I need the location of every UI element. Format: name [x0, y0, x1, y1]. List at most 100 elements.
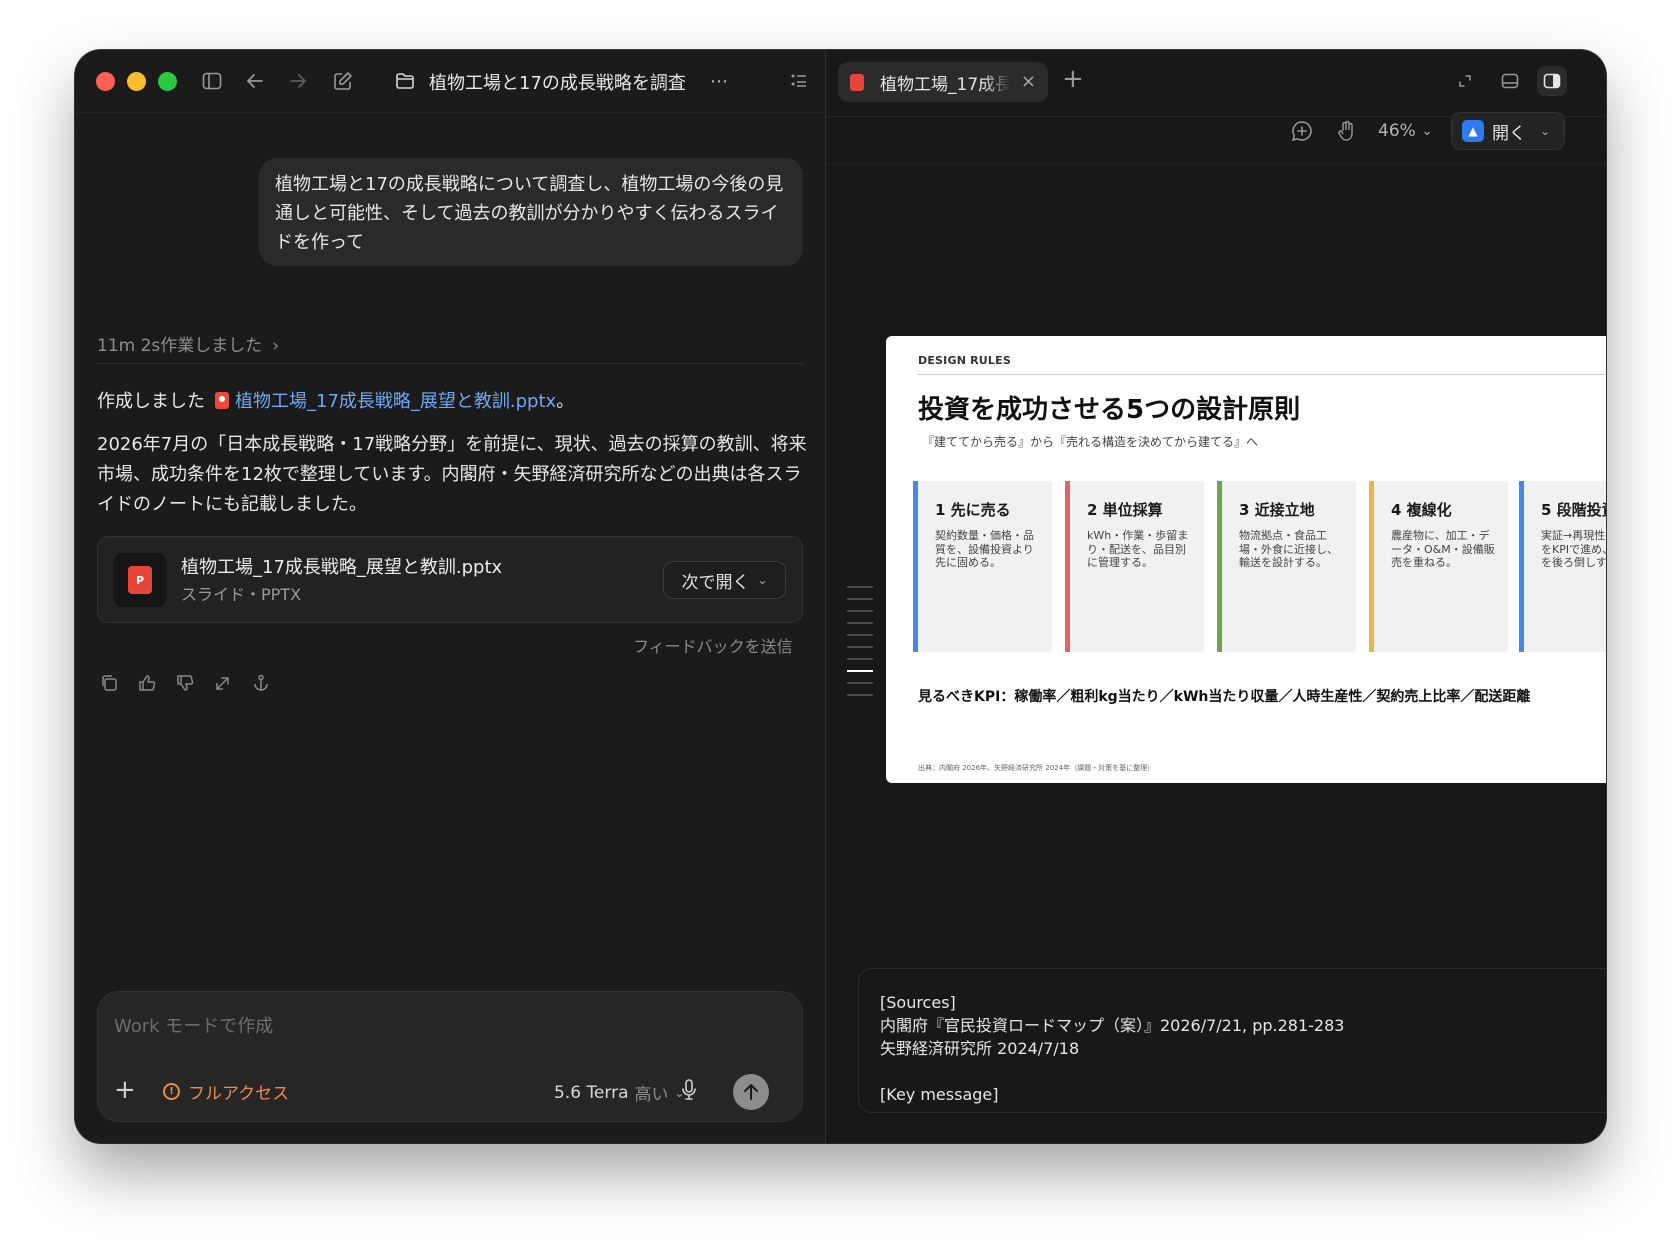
slide-preview: DESIGN RULES 投資を成功させる5つの設計原則 『建ててから売る』から…	[886, 336, 1606, 783]
sidebar-toggle-icon[interactable]	[199, 68, 225, 94]
file-attachment-card[interactable]: P 植物工場_17成長戦略_展望と教訓.pptx スライド・PPTX 次で開く …	[97, 536, 803, 623]
response-summary: 2026年7月の「日本成長戦略・17戦略分野」を前提に、現状、過去の採算の教訓、…	[97, 434, 807, 515]
zoom-selector[interactable]: 46% ⌄	[1378, 121, 1433, 141]
powerpoint-icon: P	[113, 553, 167, 607]
composer-input[interactable]: Work モードで作成	[114, 1012, 273, 1038]
message-actions	[97, 671, 273, 695]
card-body: 農産物に、加工・データ・O&M・設備販売を重ねる。	[1391, 529, 1495, 569]
toolbar-divider	[826, 164, 1606, 165]
open-with-dropdown[interactable]: 次で開く ⌄	[663, 561, 786, 599]
full-access-button[interactable]: ! フルアクセス	[163, 1079, 289, 1104]
preview-pane: 植物工場_17成長戦略_展望と教訓.pptx × + 46% ⌄ ▲ 開く ⌄	[826, 50, 1606, 1143]
open-in-app-button[interactable]: ▲ 開く ⌄	[1451, 112, 1565, 150]
keynote-icon: ▲	[1462, 120, 1484, 142]
slide-subtitle: 『建ててから売る』から『売れる構造を決めてから建てる』へ	[922, 435, 1259, 449]
user-message: 植物工場と17の成長戦略について調査し、植物工場の今後の見通しと可能性、そして過…	[259, 158, 803, 266]
card-title: 2 単位採算	[1087, 501, 1163, 519]
principle-card: 5 段階投資 実証→再現性→量産をKPIで進め、拡張を後ろ倒しする。	[1519, 481, 1606, 652]
notes-line: [Key message]	[880, 1085, 999, 1104]
anchor-icon[interactable]	[249, 671, 273, 695]
chat-pane: 植物工場と17の成長戦略を調査 ⋯ 植物工場と17の成長戦略について調査し、植物…	[75, 50, 825, 1143]
chevron-down-icon: ⌄	[1421, 123, 1433, 139]
created-prefix: 作成しました	[97, 391, 205, 412]
card-accent-bar	[913, 481, 918, 652]
open-label: 開く	[1492, 123, 1526, 144]
slide-tick[interactable]	[847, 634, 873, 636]
slide-tick[interactable]	[847, 658, 873, 660]
slide-tick[interactable]	[847, 646, 873, 648]
model-selector[interactable]: 5.6 Terra 高い ⌄	[554, 1080, 685, 1106]
add-comment-icon[interactable]	[1287, 116, 1317, 146]
header-divider	[75, 112, 825, 113]
bottom-panel-icon[interactable]	[1495, 66, 1525, 96]
card-body: 契約数量・価格・品質を、設備投資より先に固める。	[935, 529, 1034, 569]
chat-title[interactable]: 植物工場と17の成長戦略を調査	[429, 69, 686, 95]
zoom-level: 46%	[1378, 121, 1416, 141]
model-name: 5.6 Terra	[554, 1082, 629, 1103]
card-title: 1 先に売る	[935, 501, 1011, 519]
chevron-down-icon: ⌄	[1540, 124, 1551, 138]
slide-source: 出典：内閣府 2026年、矢野経済研究所 2024年（課題・対策を基に整理）	[918, 764, 1155, 772]
annotate-hand-icon[interactable]	[1332, 116, 1362, 146]
outline-list-icon[interactable]	[786, 68, 812, 94]
chevron-right-icon: ›	[272, 336, 280, 356]
principle-card: 1 先に売る 契約数量・価格・品質を、設備投資より先に固める。	[913, 481, 1052, 652]
file-name: 植物工場_17成長戦略_展望と教訓.pptx	[181, 557, 503, 578]
send-feedback-link[interactable]: フィードバックを送信	[633, 633, 793, 657]
slide-kpi-line: 見るべきKPI：稼働率／粗利kg当たり／kWh当たり収量／人時生産性／契約売上比…	[918, 689, 1531, 705]
card-title: 3 近接立地	[1239, 501, 1315, 519]
thumbs-up-icon[interactable]	[135, 671, 159, 695]
principle-card: 2 単位採算 kWh・作業・歩留まり・配送を、品目別に管理する。	[1065, 481, 1204, 652]
warning-icon: !	[163, 1083, 180, 1100]
slide-tick[interactable]	[847, 586, 873, 588]
worked-duration-toggle[interactable]: 11m 2s作業しました ›	[97, 331, 279, 356]
new-tab-button[interactable]: +	[1062, 64, 1084, 94]
tab-pptx-preview[interactable]: 植物工場_17成長戦略_展望と教訓.pptx ×	[838, 62, 1048, 102]
share-icon[interactable]	[211, 671, 235, 695]
thumbs-down-icon[interactable]	[173, 671, 197, 695]
notes-line: 内閣府『官民投資ロードマップ（案）』2026/7/21, pp.281-283	[880, 1016, 1345, 1035]
card-accent-bar	[1519, 481, 1524, 652]
back-arrow-icon[interactable]	[242, 68, 268, 94]
new-chat-icon[interactable]	[330, 68, 356, 94]
worked-duration-label: 11m 2s作業しました	[97, 336, 263, 356]
tab-label: 植物工場_17成長戦略_展望と教訓.pptx	[880, 74, 1010, 95]
card-accent-bar	[1217, 481, 1222, 652]
slide-tick[interactable]	[847, 598, 873, 600]
slide-kicker-rule	[918, 374, 1606, 375]
more-options-icon[interactable]: ⋯	[706, 68, 732, 94]
slide-tick[interactable]	[847, 682, 873, 684]
card-title: 4 複線化	[1391, 501, 1452, 519]
principle-card: 4 複線化 農産物に、加工・データ・O&M・設備販売を重ねる。	[1369, 481, 1508, 652]
card-title: 5 段階投資	[1541, 501, 1606, 519]
created-file-link[interactable]: 植物工場_17成長戦略_展望と教訓.pptx	[235, 387, 556, 413]
slide-tick[interactable]	[847, 694, 873, 696]
microphone-icon[interactable]	[676, 1075, 702, 1105]
notes-line: 矢野経済研究所 2024/7/18	[880, 1039, 1080, 1058]
expand-icon[interactable]	[1450, 66, 1480, 96]
slide-tick[interactable]	[847, 610, 873, 612]
minimize-window-button[interactable]	[127, 72, 146, 91]
close-window-button[interactable]	[96, 72, 115, 91]
notes-line: [Sources]	[880, 993, 956, 1012]
card-accent-bar	[1065, 481, 1070, 652]
close-tab-icon[interactable]: ×	[1021, 71, 1036, 92]
message-composer[interactable]: Work モードで作成 + ! フルアクセス 5.6 Terra 高い ⌄	[97, 991, 803, 1122]
split-view-icon[interactable]	[1537, 66, 1567, 96]
copy-icon[interactable]	[97, 671, 121, 695]
powerpoint-file-icon	[850, 73, 864, 91]
slide-tick-current[interactable]	[847, 670, 873, 672]
slide-navigator[interactable]	[847, 586, 873, 706]
speaker-notes[interactable]: [Sources] 内閣府『官民投資ロードマップ（案）』2026/7/21, p…	[858, 968, 1606, 1113]
zoom-window-button[interactable]	[158, 72, 177, 91]
worked-divider	[97, 363, 803, 364]
send-button[interactable]	[733, 1074, 769, 1110]
add-attachment-button[interactable]: +	[114, 1077, 136, 1103]
slide-title: 投資を成功させる5つの設計原則	[918, 395, 1301, 425]
chevron-down-icon: ⌄	[757, 573, 768, 587]
slide-kicker: DESIGN RULES	[918, 354, 1011, 367]
forward-arrow-icon[interactable]	[285, 68, 311, 94]
card-body: 実証→再現性→量産をKPIで進め、拡張を後ろ倒しする。	[1541, 529, 1606, 569]
open-with-label: 次で開く	[681, 572, 750, 593]
slide-tick[interactable]	[847, 622, 873, 624]
